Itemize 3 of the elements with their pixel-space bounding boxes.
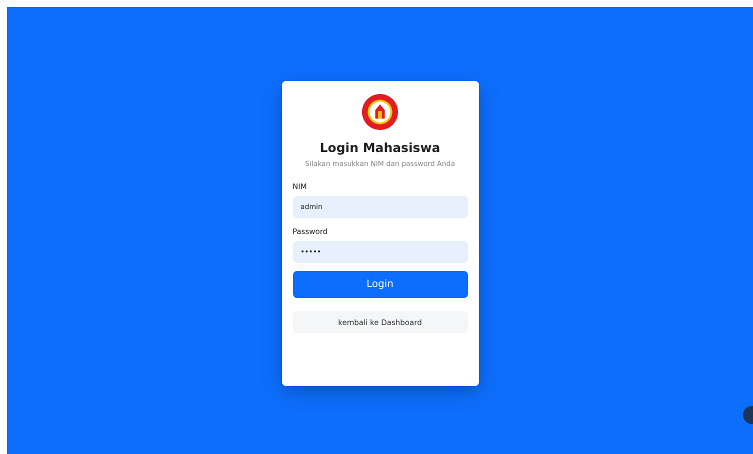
login-button[interactable]: Login: [292, 271, 468, 298]
login-title: Login Mahasiswa: [318, 140, 442, 155]
emblem-icon: [361, 93, 399, 131]
